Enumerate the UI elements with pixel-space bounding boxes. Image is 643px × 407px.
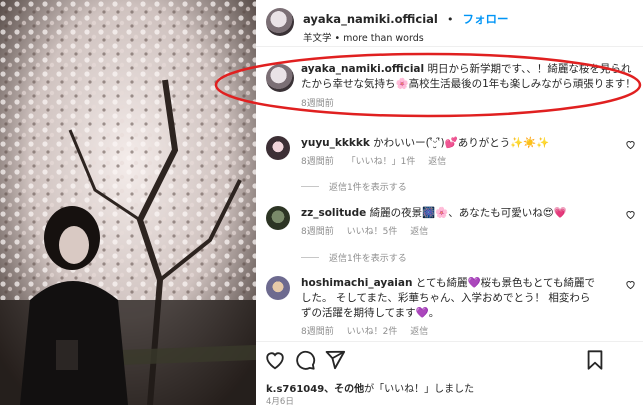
commenter-avatar[interactable] <box>266 136 290 160</box>
replies-line <box>301 257 319 258</box>
post-photo[interactable] <box>0 0 256 405</box>
comment-likes[interactable]: 「いいね！」1件 <box>347 157 416 167</box>
avatar[interactable] <box>266 8 294 36</box>
comment-username[interactable]: zz_solitude <box>301 207 366 219</box>
comment-item: zz_solitude 綺麗の夜景🎆🌸、あなたも可愛いね😍💗 8週間前 いいね！… <box>266 206 636 237</box>
likes-summary: k.s761049、その他が「いいね！」しました <box>266 380 474 395</box>
share-icon[interactable] <box>324 349 346 371</box>
header-divider <box>256 46 643 47</box>
reply-button[interactable]: 返信 <box>428 157 446 167</box>
post-detail-panel: ayaka_namiki.official • フォロー 羊文学 • more … <box>256 0 643 407</box>
heart-icon[interactable] <box>625 139 636 150</box>
bookmark-icon[interactable] <box>584 349 606 371</box>
heart-icon[interactable] <box>625 279 636 290</box>
caption-time: 8週間前 <box>301 99 334 109</box>
separator-dot: • <box>446 13 454 26</box>
likes-tail: が「いいね！」しました <box>364 384 475 395</box>
view-replies[interactable]: 返信1件を表示する <box>301 251 407 264</box>
post-header: ayaka_namiki.official • フォロー 羊文学 • more … <box>266 8 509 44</box>
reply-button[interactable]: 返信 <box>410 227 428 237</box>
view-replies-label[interactable]: 返信1件を表示する <box>329 180 407 193</box>
heart-icon[interactable] <box>264 349 286 371</box>
caption-username[interactable]: ayaka_namiki.official <box>301 63 424 75</box>
comment-time: 8週間前 <box>301 227 334 237</box>
commenter-avatar[interactable] <box>266 206 290 230</box>
comment-item: yuyu_kkkkk かわいいー(ՙ̑ᵕ̮ՙ̑)💕ありがとう✨☀️✨ 8週間前 … <box>266 136 636 167</box>
comment-username[interactable]: yuyu_kkkkk <box>301 137 370 149</box>
comment-time: 8週間前 <box>301 327 334 337</box>
caption: ayaka_namiki.official 明日から新学期です、、！綺麗な桜を見… <box>266 62 636 109</box>
audio-label[interactable]: 羊文学 • more than words <box>303 30 509 44</box>
post-date[interactable]: 4月6日 <box>266 395 294 407</box>
comment-text: かわいいー(ՙ̑ᵕ̮ՙ̑)💕ありがとう✨☀️✨ <box>373 137 550 149</box>
replies-line <box>301 186 319 187</box>
follow-button[interactable]: フォロー <box>463 12 509 26</box>
comment-likes[interactable]: いいね！2件 <box>347 327 398 337</box>
reply-button[interactable]: 返信 <box>410 327 428 337</box>
comment-likes[interactable]: いいね！5件 <box>347 227 398 237</box>
others-link[interactable]: 、その他 <box>324 384 364 395</box>
liker-username[interactable]: k.s761049 <box>266 384 324 395</box>
view-replies[interactable]: 返信1件を表示する <box>301 180 407 193</box>
comment-icon[interactable] <box>294 349 316 371</box>
caption-avatar[interactable] <box>266 64 294 92</box>
commenter-avatar[interactable] <box>266 276 290 300</box>
action-bar <box>264 349 636 373</box>
comment-username[interactable]: hoshimachi_ayaian <box>301 277 412 289</box>
heart-icon[interactable] <box>625 209 636 220</box>
actions-divider <box>256 341 643 342</box>
comment-time: 8週間前 <box>301 157 334 167</box>
comment-item: hoshimachi_ayaian とても綺麗💜桜も景色もとても綺麗でした。 そ… <box>266 276 636 337</box>
view-replies-label[interactable]: 返信1件を表示する <box>329 251 407 264</box>
post-username[interactable]: ayaka_namiki.official <box>303 12 438 26</box>
cherry-blossom-photo <box>0 0 256 405</box>
comment-text: 綺麗の夜景🎆🌸、あなたも可愛いね😍💗 <box>369 207 567 219</box>
